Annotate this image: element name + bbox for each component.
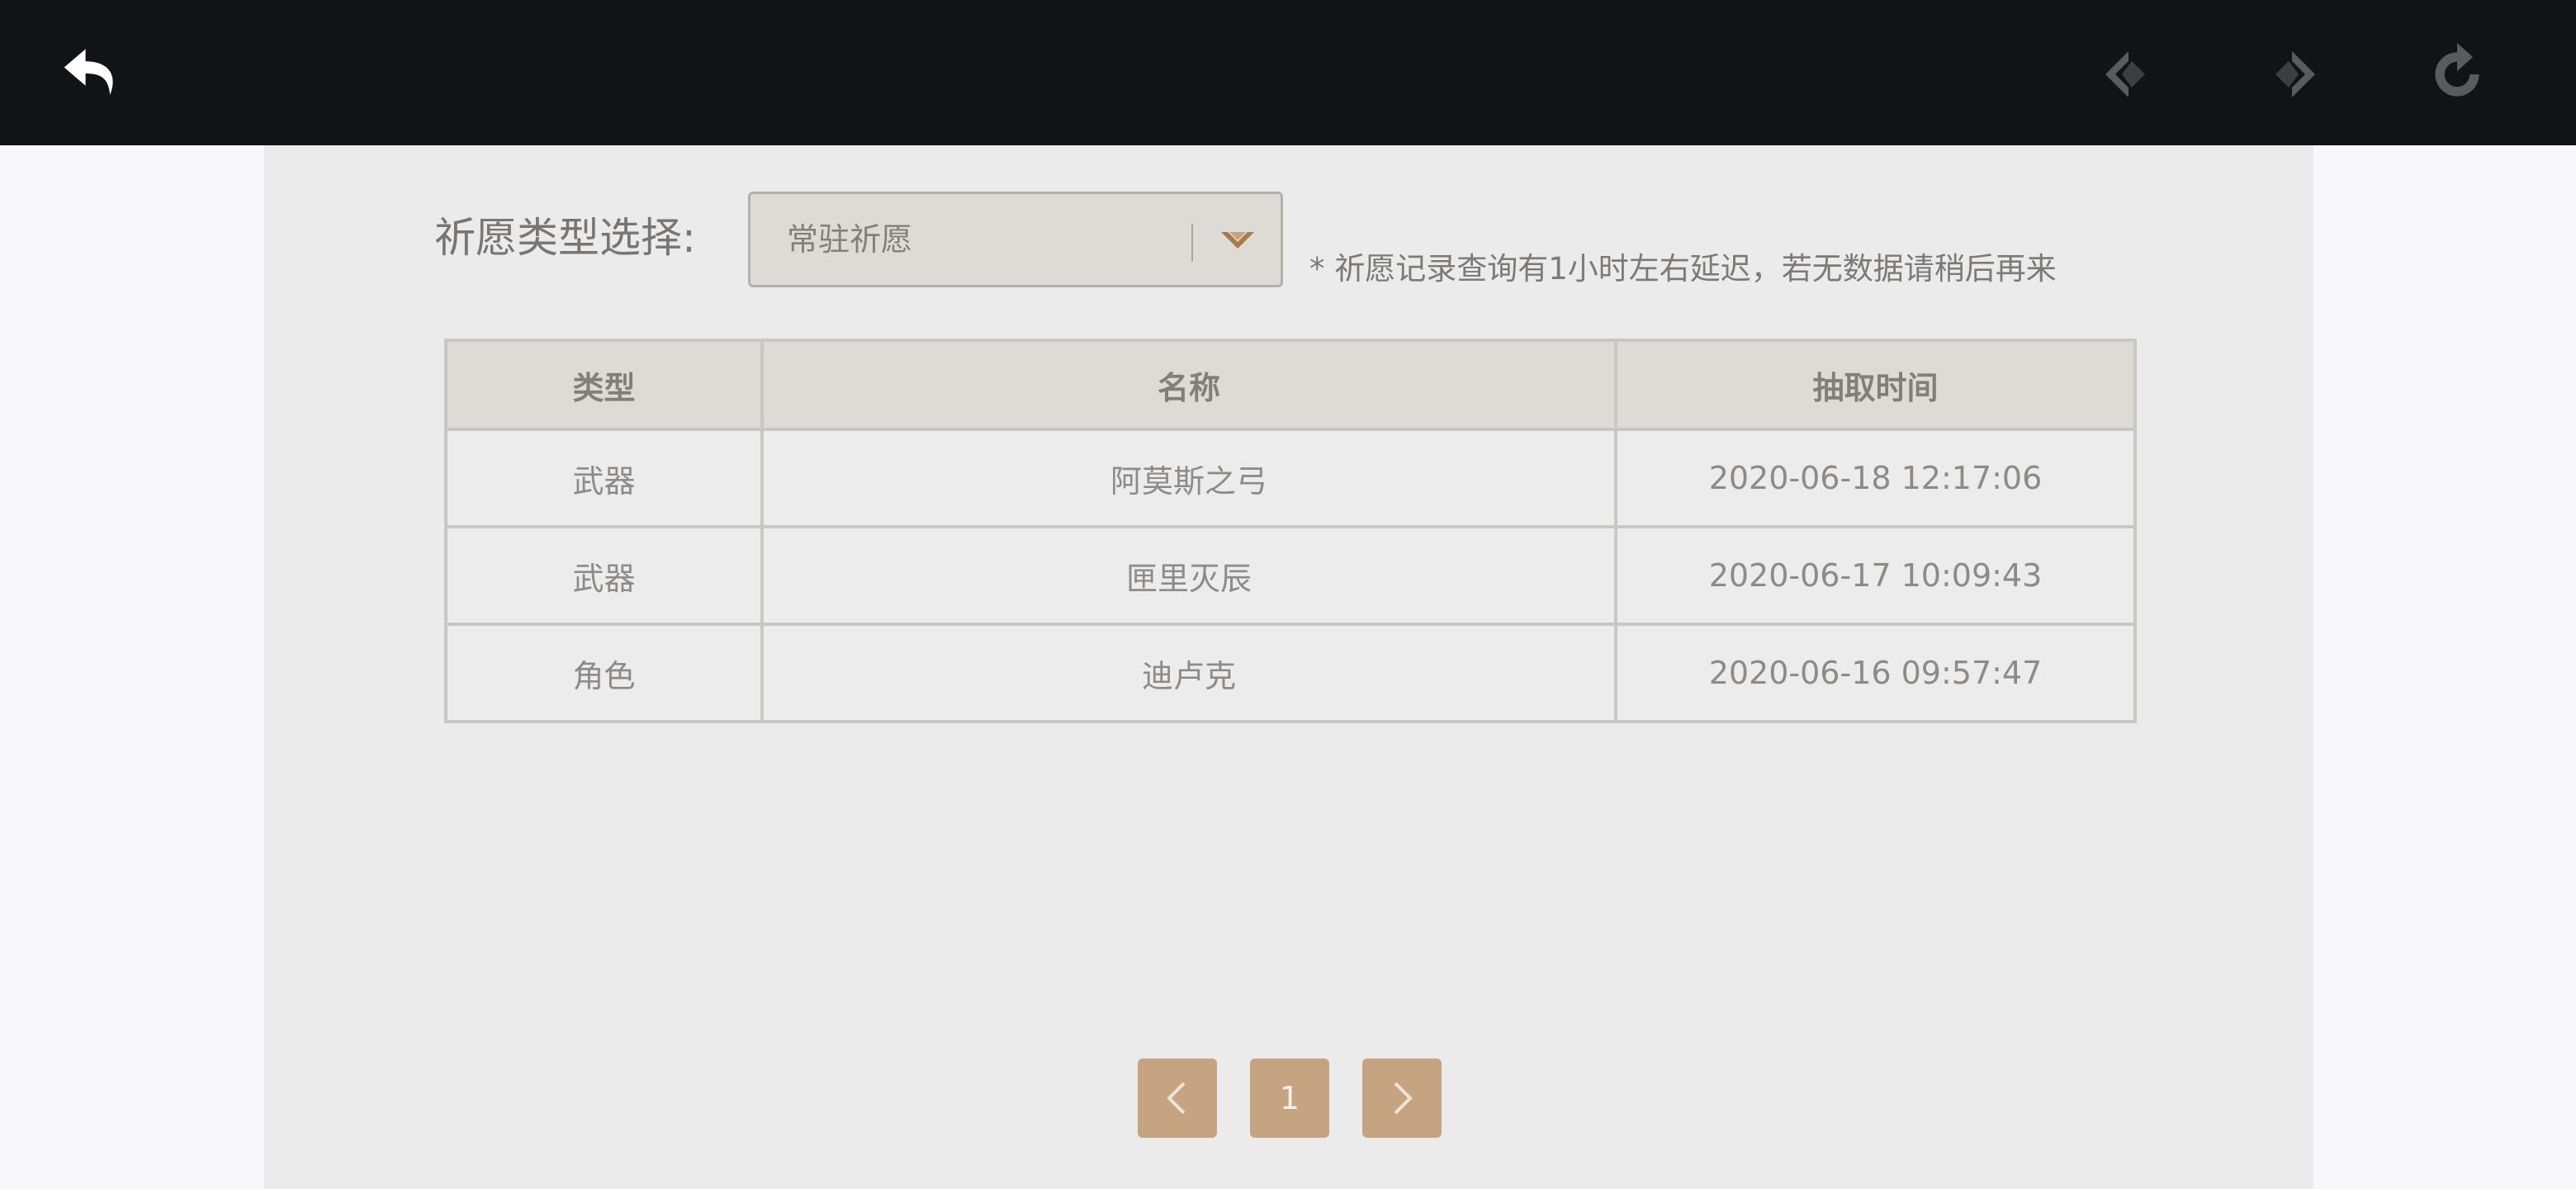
wish-type-label: 祈愿类型选择: — [434, 214, 696, 262]
cell-type: 角色 — [444, 623, 764, 723]
cell-name: 迪卢克 — [760, 623, 1617, 723]
wish-type-select[interactable]: 常驻祈愿 — [748, 192, 1283, 287]
diamond-left-icon[interactable] — [2095, 41, 2162, 107]
chevron-down-icon — [1221, 232, 1254, 249]
table-row: 武器 阿莫斯之弓 2020-06-18 12:17:06 — [444, 428, 2137, 528]
cell-type: 武器 — [444, 525, 764, 626]
next-page-button[interactable] — [1362, 1059, 1442, 1138]
wish-history-table: 类型 名称 抽取时间 武器 阿莫斯之弓 2020-06-18 12:17:06 … — [444, 339, 2137, 723]
delay-notice: * 祈愿记录查询有1小时左右延迟，若无数据请稍后再来 — [1309, 251, 2057, 287]
previous-page-button[interactable] — [1138, 1059, 1217, 1138]
cell-time: 2020-06-17 10:09:43 — [1614, 525, 2137, 626]
top-toolbar — [0, 0, 2576, 145]
column-header-time: 抽取时间 — [1614, 339, 2137, 431]
page-number-button[interactable]: 1 — [1250, 1059, 1329, 1138]
cell-time: 2020-06-16 09:57:47 — [1614, 623, 2137, 723]
table-row: 角色 迪卢克 2020-06-16 09:57:47 — [444, 623, 2137, 723]
column-header-name: 名称 — [760, 339, 1617, 431]
cell-name: 匣里灭辰 — [760, 525, 1617, 626]
column-header-type: 类型 — [444, 339, 764, 431]
table-header-row: 类型 名称 抽取时间 — [444, 339, 2137, 431]
chevron-right-icon — [1394, 1082, 1413, 1115]
refresh-icon[interactable] — [2426, 43, 2488, 106]
cell-time: 2020-06-18 12:17:06 — [1614, 428, 2137, 528]
table-row: 武器 匣里灭辰 2020-06-17 10:09:43 — [444, 525, 2137, 626]
back-arrow-icon[interactable] — [61, 43, 122, 104]
cell-name: 阿莫斯之弓 — [760, 428, 1617, 528]
diamond-right-icon[interactable] — [2259, 41, 2325, 107]
chevron-left-icon — [1167, 1082, 1186, 1115]
select-divider — [1191, 224, 1193, 262]
cell-type: 武器 — [444, 428, 764, 528]
wish-type-selected-value: 常驻祈愿 — [787, 221, 913, 258]
